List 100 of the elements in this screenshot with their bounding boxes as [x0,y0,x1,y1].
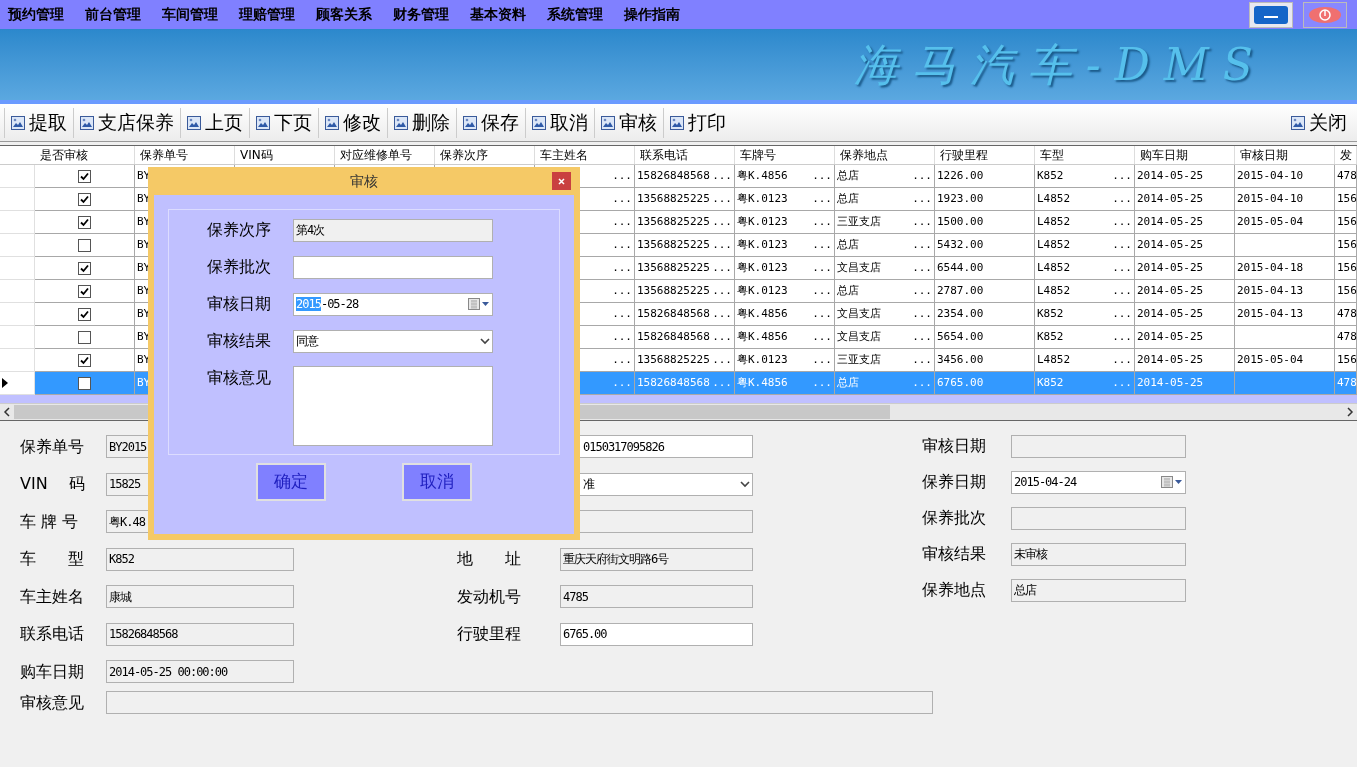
toolbar-button[interactable]: 下页 [249,107,318,138]
menu-item[interactable]: 前台管理 [85,4,141,25]
column-header[interactable]: 保养次序 [440,146,488,164]
toolbar-button[interactable]: 打印 [663,107,732,138]
ellipsis-button[interactable]: ... [912,259,932,277]
ellipsis-button[interactable]: ... [712,328,732,346]
readonly-field[interactable]: 重庆天府街文明路6号 [560,547,753,571]
ellipsis-button[interactable]: ... [812,167,832,185]
menu-item[interactable]: 车间管理 [162,4,218,25]
readonly-field[interactable]: 第4次 [293,218,493,242]
readonly-field[interactable]: 2014-05-25 00:00:00 [106,660,294,684]
readonly-field[interactable]: K852 [106,547,294,571]
checkbox[interactable] [78,169,91,183]
menu-item[interactable]: 顾客关系 [316,4,372,25]
ellipsis-button[interactable]: ... [612,305,632,323]
ellipsis-button[interactable]: ... [912,213,932,231]
ellipsis-button[interactable]: ... [1112,190,1132,208]
ellipsis-button[interactable]: ... [712,167,732,185]
ellipsis-button[interactable]: ... [812,236,832,254]
ellipsis-button[interactable]: ... [712,190,732,208]
toolbar-button[interactable]: 关闭 [1285,107,1353,138]
checkbox[interactable] [78,261,91,275]
ellipsis-button[interactable]: ... [712,236,732,254]
text-field[interactable]: 6765.00 [560,622,753,646]
readonly-field[interactable] [1011,506,1186,530]
ellipsis-button[interactable]: ... [1112,213,1132,231]
ellipsis-button[interactable]: ... [912,190,932,208]
ellipsis-button[interactable]: ... [812,190,832,208]
menu-item[interactable]: 基本资料 [470,4,526,25]
readonly-field[interactable]: 15826848568 [106,622,294,646]
chevron-down-icon[interactable] [480,337,490,345]
ellipsis-button[interactable]: ... [1112,236,1132,254]
ellipsis-button[interactable]: ... [1112,167,1132,185]
column-header[interactable]: 保养单号 [140,146,188,164]
readonly-field[interactable]: 康城 [106,585,294,609]
ellipsis-button[interactable]: ... [612,236,632,254]
column-header[interactable]: 行驶里程 [940,146,988,164]
text-field[interactable] [293,255,493,279]
readonly-field[interactable] [1011,434,1186,458]
menu-item[interactable]: 预约管理 [8,4,64,25]
ellipsis-button[interactable]: ... [612,259,632,277]
column-header[interactable]: 发 [1340,146,1352,164]
toolbar-button[interactable]: 取消 [525,107,594,138]
menu-item[interactable]: 系统管理 [547,4,603,25]
column-header[interactable]: 是否审核 [40,146,88,164]
ellipsis-button[interactable]: ... [1112,282,1132,300]
ellipsis-button[interactable]: ... [712,351,732,369]
ellipsis-button[interactable]: ... [912,351,932,369]
ellipsis-button[interactable]: ... [912,236,932,254]
dropdown[interactable]: 同意 [293,329,493,353]
close-button[interactable] [1303,1,1347,28]
checkbox[interactable] [78,353,91,367]
ellipsis-button[interactable]: ... [812,328,832,346]
ellipsis-button[interactable]: ... [712,305,732,323]
ellipsis-button[interactable]: ... [912,305,932,323]
toolbar-button[interactable]: 删除 [387,107,456,138]
ellipsis-button[interactable]: ... [812,259,832,277]
column-header[interactable]: 车牌号 [740,146,776,164]
toolbar-button[interactable]: 修改 [318,107,387,138]
checkbox[interactable] [78,215,91,229]
readonly-field[interactable]: 4785 [560,585,753,609]
ellipsis-button[interactable]: ... [712,213,732,231]
readonly-field[interactable] [106,691,933,714]
ellipsis-button[interactable]: ... [612,213,632,231]
ellipsis-button[interactable]: ... [1112,351,1132,369]
column-header[interactable]: 审核日期 [1240,146,1288,164]
ellipsis-button[interactable]: ... [612,282,632,300]
column-header[interactable]: VIN码 [240,146,273,164]
ellipsis-button[interactable]: ... [712,259,732,277]
date-picker[interactable]: 2015-04-24 [1011,470,1186,494]
checkbox[interactable] [78,307,91,321]
column-header[interactable]: 车型 [1040,146,1064,164]
ellipsis-button[interactable]: ... [912,167,932,185]
minimize-button[interactable] [1249,1,1293,28]
toolbar-button[interactable]: 保存 [456,107,525,138]
column-header[interactable]: 保养地点 [840,146,888,164]
toolbar-button[interactable]: 支店保养 [73,107,180,138]
scroll-left-icon[interactable] [2,407,12,417]
toolbar-button[interactable]: 上页 [180,107,249,138]
checkbox[interactable] [78,330,91,344]
readonly-field[interactable]: 总店 [1011,578,1186,602]
ellipsis-button[interactable]: ... [712,282,732,300]
column-header[interactable]: 车主姓名 [540,146,588,164]
ellipsis-button[interactable]: ... [912,328,932,346]
ellipsis-button[interactable]: ... [812,213,832,231]
ellipsis-button[interactable]: ... [812,351,832,369]
readonly-field[interactable]: 未审核 [1011,542,1186,566]
scroll-right-icon[interactable] [1345,407,1355,417]
checkbox[interactable] [78,376,91,390]
ellipsis-button[interactable]: ... [912,282,932,300]
column-header[interactable]: 购车日期 [1140,146,1188,164]
ellipsis-button[interactable]: ... [1112,328,1132,346]
toolbar-button[interactable]: 提取 [4,107,73,138]
chevron-down-icon[interactable] [740,480,750,488]
ellipsis-button[interactable]: ... [812,282,832,300]
menu-item[interactable]: 理赔管理 [239,4,295,25]
menu-item[interactable]: 财务管理 [393,4,449,25]
ellipsis-button[interactable]: ... [612,328,632,346]
menu-item[interactable]: 操作指南 [624,4,680,25]
column-header[interactable]: 对应维修单号 [340,146,412,164]
